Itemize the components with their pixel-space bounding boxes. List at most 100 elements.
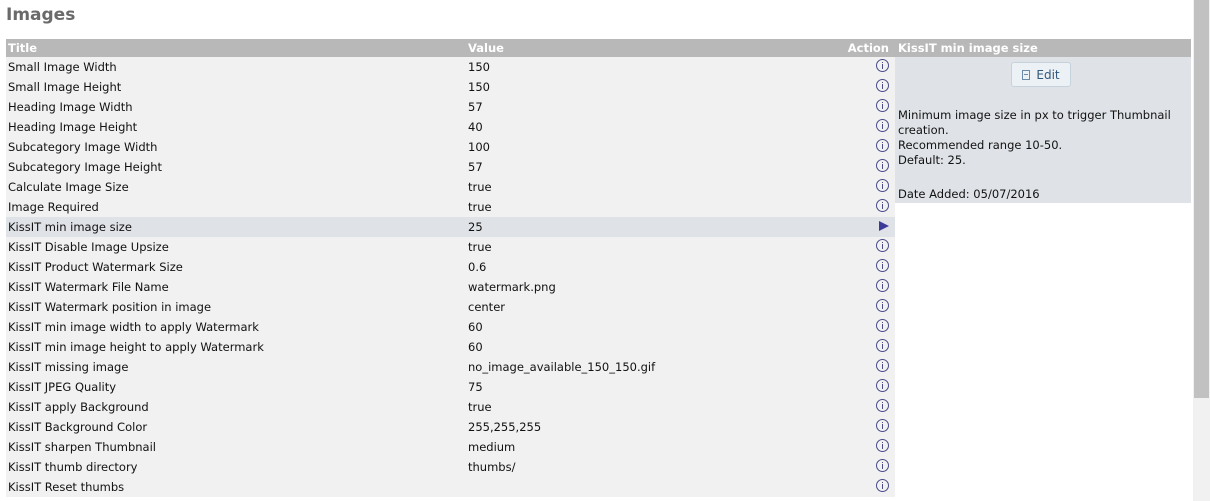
row-value: 60 (466, 317, 826, 337)
info-icon[interactable] (876, 459, 889, 472)
row-title: KissIT Disable Image Upsize (6, 237, 466, 257)
info-description-line: Recommended range 10-50. (898, 138, 1063, 152)
row-value: true (466, 177, 826, 197)
row-title: KissIT thumb directory (6, 457, 466, 477)
row-title: KissIT min image size (6, 217, 466, 237)
row-action (826, 397, 895, 417)
info-icon[interactable] (876, 179, 889, 192)
info-icon[interactable] (876, 359, 889, 372)
info-box: KissIT min image size Edit Minimum image… (895, 39, 1191, 203)
row-value: 75 (466, 377, 826, 397)
row-action (826, 177, 895, 197)
info-description-line: Default: 25. (898, 153, 966, 167)
row-title: KissIT min image width to apply Watermar… (6, 317, 466, 337)
row-action (826, 237, 895, 257)
row-value: center (466, 297, 826, 317)
table-row[interactable]: Subcategory Image Height 57 (6, 157, 895, 177)
row-title: KissIT sharpen Thumbnail (6, 437, 466, 457)
table-row[interactable]: KissIT Product Watermark Size 0.6 (6, 257, 895, 277)
row-value: true (466, 397, 826, 417)
info-icon[interactable] (876, 119, 889, 132)
scrollbar-thumb[interactable] (1194, 0, 1209, 398)
row-value: 25 (466, 217, 826, 237)
info-icon[interactable] (876, 399, 889, 412)
info-icon[interactable] (876, 199, 889, 212)
table-row[interactable]: KissIT thumb directory thumbs/ (6, 457, 895, 477)
info-icon[interactable] (876, 279, 889, 292)
table-row[interactable]: KissIT min image width to apply Watermar… (6, 317, 895, 337)
row-value: true (466, 197, 826, 217)
row-value: medium (466, 437, 826, 457)
info-icon[interactable] (876, 59, 889, 72)
info-icon[interactable] (876, 439, 889, 452)
row-action (826, 57, 895, 77)
row-value: 40 (466, 117, 826, 137)
table-row[interactable]: KissIT Watermark position in image center (6, 297, 895, 317)
row-action (826, 377, 895, 397)
row-title: Small Image Height (6, 77, 466, 97)
vertical-scrollbar[interactable] (1193, 0, 1210, 501)
info-icon[interactable] (876, 99, 889, 112)
info-icon[interactable] (876, 319, 889, 332)
info-icon[interactable] (876, 259, 889, 272)
row-title: Heading Image Height (6, 117, 466, 137)
table-row[interactable]: Small Image Width 150 (6, 57, 895, 77)
row-value (466, 477, 826, 497)
row-value: true (466, 237, 826, 257)
table-row[interactable]: Heading Image Height 40 (6, 117, 895, 137)
row-action (826, 477, 895, 497)
info-icon[interactable] (876, 159, 889, 172)
table-row[interactable]: Subcategory Image Width 100 (6, 137, 895, 157)
table-row[interactable]: KissIT JPEG Quality 75 (6, 377, 895, 397)
row-value: 100 (466, 137, 826, 157)
table-row[interactable]: Calculate Image Size true (6, 177, 895, 197)
info-box-heading: KissIT min image size (895, 39, 1191, 57)
info-description: Minimum image size in px to trigger Thum… (898, 108, 1188, 168)
row-title: Image Required (6, 197, 466, 217)
table-row[interactable]: KissIT Disable Image Upsize true (6, 237, 895, 257)
arrow-right-icon[interactable] (879, 220, 889, 231)
info-icon[interactable] (876, 339, 889, 352)
row-action (826, 197, 895, 217)
row-value: 57 (466, 157, 826, 177)
column-header-title: Title (6, 39, 466, 57)
row-action (826, 117, 895, 137)
row-title: Calculate Image Size (6, 177, 466, 197)
info-icon[interactable] (876, 379, 889, 392)
row-action (826, 257, 895, 277)
row-title: KissIT Watermark position in image (6, 297, 466, 317)
table-row[interactable]: KissIT missing image no_image_available_1… (6, 357, 895, 377)
table-body: Small Image Width 150 Small Image Height 15… (6, 57, 895, 497)
table-row[interactable]: Heading Image Width 57 (6, 97, 895, 117)
edit-button[interactable]: Edit (1011, 62, 1071, 87)
table-row[interactable]: Image Required true (6, 197, 895, 217)
info-description-line: Minimum image size in px to trigger Thum… (898, 108, 1171, 137)
info-icon[interactable] (876, 299, 889, 312)
row-value: no_image_available_150_150.gif (466, 357, 826, 377)
row-title: Subcategory Image Width (6, 137, 466, 157)
column-header-value: Value (466, 39, 826, 57)
info-icon[interactable] (876, 79, 889, 92)
info-icon[interactable] (876, 139, 889, 152)
row-value: 57 (466, 97, 826, 117)
table-row[interactable]: KissIT sharpen Thumbnail medium (6, 437, 895, 457)
row-action (826, 157, 895, 177)
row-value: 150 (466, 77, 826, 97)
row-title: KissIT apply Background (6, 397, 466, 417)
table-row[interactable]: KissIT min image height to apply Waterma… (6, 337, 895, 357)
row-title: KissIT Background Color (6, 417, 466, 437)
table-row[interactable]: KissIT apply Background true (6, 397, 895, 417)
info-icon[interactable] (876, 419, 889, 432)
row-action (826, 337, 895, 357)
table-row[interactable]: KissIT min image size 25 (6, 217, 895, 237)
row-action (826, 137, 895, 157)
row-action (826, 217, 895, 237)
table-row[interactable]: Small Image Height 150 (6, 77, 895, 97)
info-icon[interactable] (876, 479, 889, 492)
row-value: 255,255,255 (466, 417, 826, 437)
table-row[interactable]: KissIT Reset thumbs (6, 477, 895, 497)
table-row[interactable]: KissIT Background Color 255,255,255 (6, 417, 895, 437)
table-row[interactable]: KissIT Watermark File Name watermark.png (6, 277, 895, 297)
info-icon[interactable] (876, 239, 889, 252)
row-value: 0.6 (466, 257, 826, 277)
